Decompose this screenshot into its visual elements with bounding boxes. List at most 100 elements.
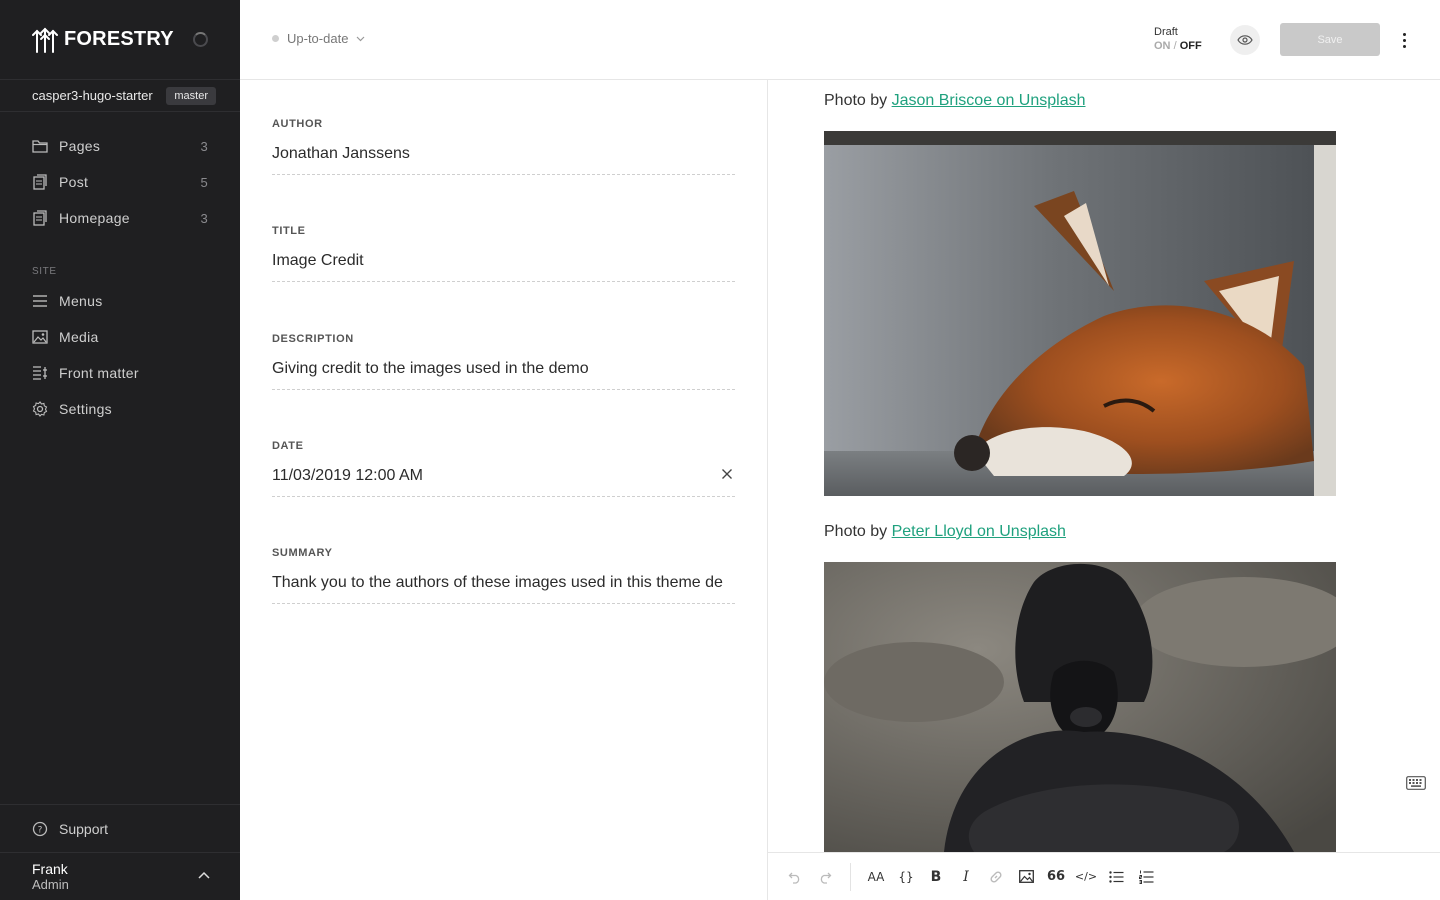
code-icon: </> [1074,870,1098,883]
description-input[interactable]: Giving credit to the images used in the … [272,358,735,390]
sync-status-label: Up-to-date [287,31,349,46]
link-button[interactable] [981,862,1011,892]
forestry-logo[interactable]: FORESTRY [32,27,174,53]
title-input[interactable]: Image Credit [272,250,735,282]
preview-button[interactable] [1230,25,1260,55]
app: FORESTRY casper3-hugo-starter master Pag… [0,0,1440,900]
draft-on[interactable]: ON [1154,40,1171,52]
chevron-down-icon [356,36,365,41]
fox-photo[interactable] [824,131,1336,496]
eye-icon [1237,35,1253,45]
more-options-icon[interactable] [1394,28,1414,52]
help-circle-icon: ? [32,821,48,837]
draft-toggle[interactable]: Draft ON / OFF [1154,25,1202,53]
caption-link[interactable]: Jason Briscoe on Unsplash [892,92,1086,109]
bold-icon: B [930,868,942,885]
numbered-list-button[interactable] [1131,862,1161,892]
inline-code-button[interactable]: </> [1071,862,1101,892]
caption-link[interactable]: Peter Lloyd on Unsplash [892,523,1066,540]
draft-off[interactable]: OFF [1180,40,1202,52]
documents-icon [32,174,48,190]
redo-button[interactable] [810,862,840,892]
sidebar-nav: Pages 3 Post 5 Homepage 3 SITE Menus Med… [0,112,240,427]
insert-image-button[interactable] [1011,862,1041,892]
caption-prefix: Photo by [824,92,892,109]
field-label: TITLE [272,225,306,237]
save-button[interactable]: Save [1280,23,1380,56]
brand-name: FORESTRY [64,28,174,50]
user-name: Frank [32,861,68,877]
sidebar-item-menus[interactable]: Menus [0,283,240,319]
field-label: DATE [272,440,304,452]
sidebar-item-label: Post [59,174,89,190]
numbered-list-icon [1138,870,1153,884]
sidebar: FORESTRY casper3-hugo-starter master Pag… [0,0,240,900]
documents-icon [32,210,48,226]
date-input[interactable]: 11/03/2019 12:00 AM [272,465,735,497]
heading-icon: AA [867,869,885,884]
photo-caption: Photo by Peter Lloyd on Unsplash [824,523,1066,541]
sidebar-item-label: Menus [59,293,103,309]
code-block-button[interactable]: {} [891,862,921,892]
sidebar-item-label: Front matter [59,365,139,381]
sidebar-item-count: 5 [200,174,208,190]
sidebar-item-settings[interactable]: Settings [0,391,240,427]
bullet-list-icon [1108,870,1123,883]
caption-prefix: Photo by [824,523,892,540]
gorilla-photo[interactable] [824,562,1336,852]
image-icon [32,329,48,345]
title-field: TITLE Image Credit [272,225,735,282]
status-dot-icon [272,35,279,42]
undo-button[interactable] [780,862,810,892]
topbar: Up-to-date Draft ON / OFF Save [240,0,1440,80]
field-label: AUTHOR [272,118,323,130]
sidebar-item-post[interactable]: Post 5 [0,164,240,200]
quote-icon: 66 [1046,869,1066,884]
bullet-list-button[interactable] [1101,862,1131,892]
clear-date-icon[interactable] [721,468,733,480]
section-label-site: SITE [32,266,57,277]
sidebar-item-front-matter[interactable]: Front matter [0,355,240,391]
field-label: DESCRIPTION [272,333,354,345]
image-icon [1018,870,1034,883]
keyboard-icon[interactable] [1406,776,1426,790]
description-field: DESCRIPTION Giving credit to the images … [272,333,735,390]
summary-input[interactable]: Thank you to the authors of these images… [272,572,735,604]
sync-status-dropdown[interactable]: Up-to-date [272,31,365,46]
menu-lines-icon [32,293,48,309]
heading-button[interactable]: AA [861,862,891,892]
sidebar-item-media[interactable]: Media [0,319,240,355]
italic-button[interactable]: I [951,862,981,892]
chevron-up-icon[interactable] [198,871,210,879]
sidebar-item-pages[interactable]: Pages 3 [0,128,240,164]
gear-icon [32,401,48,417]
forestry-tree-icon [32,27,58,53]
link-icon [990,870,1002,883]
sidebar-item-label: Media [59,329,99,345]
sidebar-item-count: 3 [200,138,208,154]
folder-icon [32,138,48,154]
sidebar-item-count: 3 [200,210,208,226]
redo-icon [820,872,832,884]
support-label: Support [59,820,109,837]
bold-button[interactable]: B [921,862,951,892]
repo-row[interactable]: casper3-hugo-starter master [0,80,240,112]
italic-icon: I [963,868,969,885]
logo-row: FORESTRY [0,0,240,80]
date-field: DATE 11/03/2019 12:00 AM [272,440,735,497]
content-editor[interactable]: Photo by Jason Briscoe on Unsplash Photo… [768,80,1440,852]
sidebar-item-homepage[interactable]: Homepage 3 [0,200,240,236]
author-input[interactable]: Jonathan Janssens [272,143,735,175]
sidebar-item-label: Homepage [59,210,130,226]
svg-text:?: ? [38,825,43,835]
undo-icon [788,872,800,884]
branch-badge[interactable]: master [166,86,216,105]
list-settings-icon [32,365,48,381]
code-block-icon: {} [898,869,914,884]
front-matter-panel: AUTHOR Jonathan Janssens TITLE Image Cre… [240,80,768,900]
sidebar-item-support[interactable]: ? Support [0,804,240,852]
sidebar-item-label: Pages [59,138,101,154]
author-field: AUTHOR Jonathan Janssens [272,118,735,175]
quote-button[interactable]: 66 [1041,862,1071,892]
user-menu[interactable]: Frank Admin [0,852,240,900]
